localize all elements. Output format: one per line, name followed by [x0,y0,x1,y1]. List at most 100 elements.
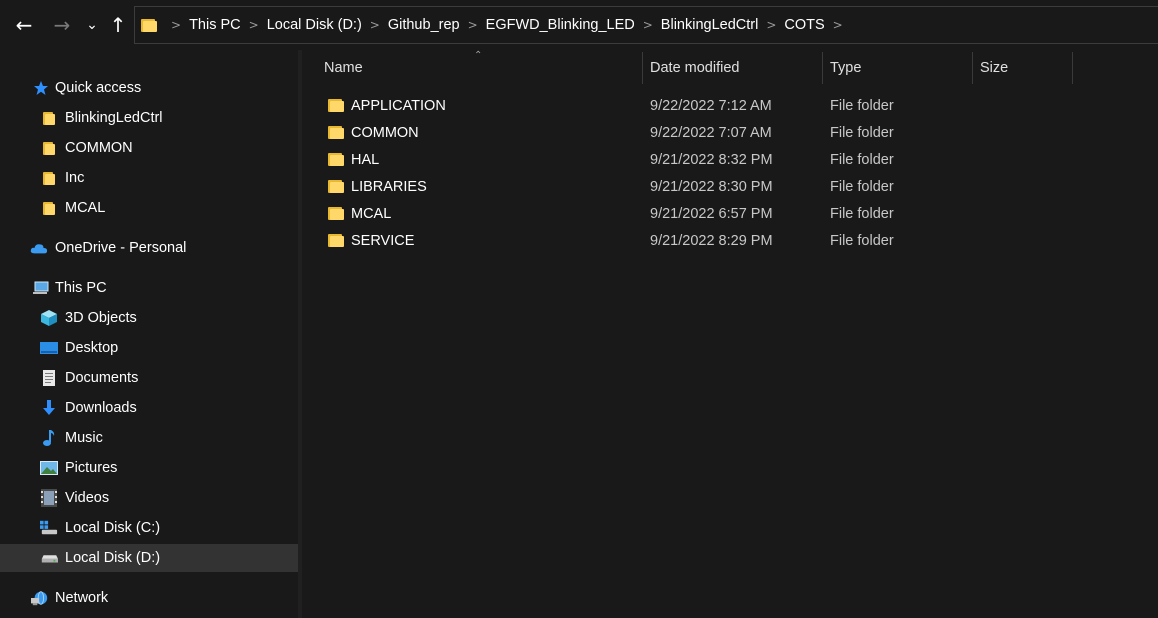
file-name: MCAL [351,206,392,222]
breadcrumb-separator-icon[interactable]: > [460,18,486,32]
file-type: File folder [830,206,894,222]
file-name: APPLICATION [351,98,446,114]
sidebar-item-label: Local Disk (C:) [65,520,161,536]
column-header-size[interactable]: Size [972,52,1073,84]
sidebar-item-music[interactable]: Music [0,424,298,452]
sidebar-item-label: Music [65,430,103,446]
sidebar-item-label: Desktop [65,340,119,356]
breadcrumb-blinkingledctrl[interactable]: BlinkingLedCtrl [661,17,759,33]
sidebar-item-desktop[interactable]: Desktop [0,334,298,362]
sidebar-item-quick-access[interactable]: Quick access [0,74,298,102]
file-list-view: ⌃ Name Date modified Type Size APPLICATI… [302,50,1158,618]
sidebar-item-label: BlinkingLedCtrl [65,110,163,126]
sidebar-item-label: Videos [65,490,110,506]
drive-icon [40,549,58,567]
star-icon [32,79,50,97]
breadcrumb-this-pc[interactable]: This PC [189,17,241,33]
breadcrumb-separator-icon[interactable]: > [241,18,267,32]
folder-icon [40,199,58,217]
sidebar-item-local-disk-c[interactable]: Local Disk (C:) [0,514,298,542]
file-date: 9/22/2022 7:07 AM [650,125,772,141]
file-date: 9/21/2022 8:32 PM [650,152,773,168]
table-row[interactable]: HAL 9/21/2022 8:32 PM File folder [318,147,1078,174]
breadcrumb-separator-icon[interactable]: > [163,18,189,32]
documents-icon [40,369,58,387]
music-icon [40,429,58,447]
sidebar-item-label: Pictures [65,460,118,476]
sidebar-item-videos[interactable]: Videos [0,484,298,512]
folder-icon [40,109,58,127]
sidebar-item-label: This PC [55,280,107,296]
table-row[interactable]: COMMON 9/22/2022 7:07 AM File folder [318,120,1078,147]
forward-arrow-icon[interactable]: → [48,10,76,40]
drive-icon [40,519,58,537]
table-row[interactable]: LIBRARIES 9/21/2022 8:30 PM File folder [318,174,1078,201]
navigation-toolbar: ← → ⌄ ↑ > This PC > Local Disk (D:) > Gi… [0,0,1158,50]
sidebar-item-label: MCAL [65,200,106,216]
folder-icon [328,152,344,168]
sidebar-item-label: Documents [65,370,139,386]
column-header-date-modified[interactable]: Date modified [642,52,823,84]
sidebar-item-onedrive[interactable]: OneDrive - Personal [0,234,298,262]
file-name: LIBRARIES [351,179,427,195]
cube-icon [40,309,58,327]
sidebar-item-mcal[interactable]: MCAL [0,194,298,222]
sidebar-item-label: COMMON [65,140,133,156]
file-type: File folder [830,98,894,114]
breadcrumb-separator-icon[interactable]: > [758,18,784,32]
computer-icon [32,279,50,297]
table-row[interactable]: APPLICATION 9/22/2022 7:12 AM File folde… [318,93,1078,120]
folder-icon [328,179,344,195]
sidebar-item-label: OneDrive - Personal [55,240,187,256]
breadcrumb-separator-icon[interactable]: > [362,18,388,32]
address-bar[interactable]: > This PC > Local Disk (D:) > Github_rep… [134,6,1158,44]
sidebar-item-label: Local Disk (D:) [65,550,161,566]
folder-icon [141,18,157,32]
back-arrow-icon[interactable]: ← [10,10,38,40]
sidebar-item-3d-objects[interactable]: 3D Objects [0,304,298,332]
sidebar-item-common[interactable]: COMMON [0,134,298,162]
sidebar-item-inc[interactable]: Inc [0,164,298,192]
breadcrumb-separator-icon[interactable]: > [635,18,661,32]
sidebar-item-downloads[interactable]: Downloads [0,394,298,422]
breadcrumb-local-disk-d[interactable]: Local Disk (D:) [267,17,362,33]
file-type: File folder [830,179,894,195]
download-icon [40,399,58,417]
sidebar-item-label: Network [55,590,109,606]
file-type: File folder [830,233,894,249]
sidebar-item-label: Inc [65,170,85,186]
column-header-name[interactable]: Name [316,52,643,84]
breadcrumb-cots[interactable]: COTS [784,17,824,33]
sidebar-item-this-pc[interactable]: This PC [0,274,298,302]
network-icon [31,589,49,607]
folder-icon [40,169,58,187]
sidebar-item-documents[interactable]: Documents [0,364,298,392]
column-header-type[interactable]: Type [822,52,973,84]
sidebar-item-label: Downloads [65,400,137,416]
breadcrumb-separator-icon[interactable]: > [825,18,851,32]
videos-icon [40,489,58,507]
cloud-icon [30,239,48,257]
breadcrumb-egfwd-blinking-led[interactable]: EGFWD_Blinking_LED [486,17,635,33]
navigation-pane: Quick access BlinkingLedCtrl COMMON Inc … [0,50,298,618]
folder-icon [328,98,344,114]
file-name: HAL [351,152,380,168]
sidebar-item-local-disk-d[interactable]: Local Disk (D:) [0,544,298,572]
table-row[interactable]: SERVICE 9/21/2022 8:29 PM File folder [318,228,1078,255]
file-name: SERVICE [351,233,415,249]
chevron-down-icon[interactable]: ⌄ [80,10,104,40]
file-date: 9/21/2022 8:29 PM [650,233,773,249]
file-type: File folder [830,152,894,168]
up-arrow-icon[interactable]: ↑ [104,10,132,40]
folder-icon [40,139,58,157]
pictures-icon [40,459,58,477]
sidebar-item-pictures[interactable]: Pictures [0,454,298,482]
folder-icon [328,206,344,222]
file-name: COMMON [351,125,419,141]
file-date: 9/21/2022 6:57 PM [650,206,773,222]
sidebar-item-blinkingledctrl[interactable]: BlinkingLedCtrl [0,104,298,132]
sidebar-item-network[interactable]: Network [0,584,298,612]
table-row[interactable]: MCAL 9/21/2022 6:57 PM File folder [318,201,1078,228]
breadcrumb-github-rep[interactable]: Github_rep [388,17,460,33]
folder-icon [328,125,344,141]
